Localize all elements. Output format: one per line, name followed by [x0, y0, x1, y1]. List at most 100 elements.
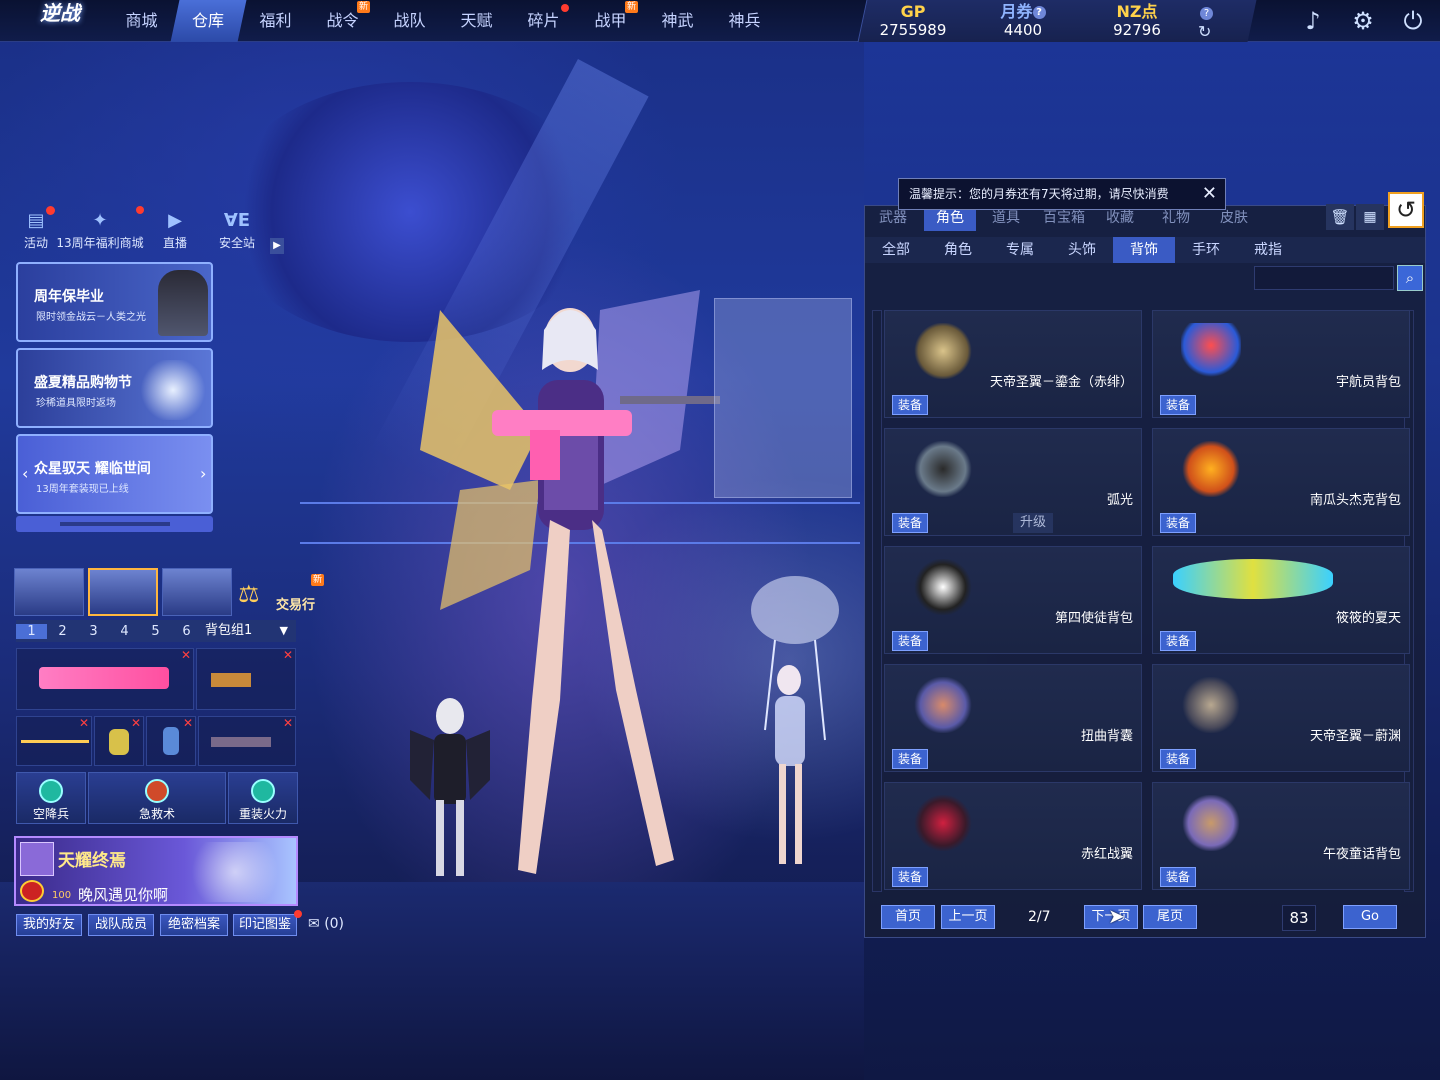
- mail-button[interactable]: ✉ (0): [308, 916, 356, 936]
- inventory-item[interactable]: 第四使徒背包 装备: [884, 546, 1142, 654]
- inventory-item[interactable]: 赤红战翼 装备: [884, 782, 1142, 890]
- equip-button[interactable]: 装备: [892, 631, 928, 651]
- grenade-icon: [109, 729, 129, 755]
- inventory-item[interactable]: 天帝圣翼－鎏金（赤绯） 装备: [884, 310, 1142, 418]
- profile-card[interactable]: 天耀终焉 100 晚风遇见你啊: [14, 836, 298, 906]
- inventory-item[interactable]: 弧光装备 升级: [884, 428, 1142, 536]
- character-slot-1[interactable]: [14, 568, 84, 616]
- currency-help-icon[interactable]: ?: [1200, 6, 1216, 22]
- skill-slot-1[interactable]: 急救术: [88, 772, 226, 824]
- nav-tab-9[interactable]: 神兵: [711, 0, 778, 42]
- bottom-button-0[interactable]: 我的好友: [16, 914, 82, 936]
- music-icon[interactable]: ♪: [1298, 6, 1328, 36]
- melee-slot[interactable]: ✕: [16, 716, 92, 766]
- wardrobe-button[interactable]: ▦: [1356, 204, 1384, 230]
- upgrade-button[interactable]: 升级: [1013, 513, 1053, 533]
- power-icon[interactable]: ⏻: [1398, 6, 1428, 36]
- equip-button[interactable]: 装备: [1160, 395, 1196, 415]
- primary-weapon-slot[interactable]: ✕: [16, 648, 194, 710]
- nav-tab-3[interactable]: 战令新: [309, 0, 376, 42]
- nav-tab-7[interactable]: 战甲新: [577, 0, 644, 42]
- loadout-page-3[interactable]: 3: [78, 624, 109, 639]
- back-button[interactable]: ↺: [1388, 192, 1424, 228]
- character-slot-2[interactable]: [88, 568, 158, 616]
- equip-button[interactable]: 装备: [1160, 749, 1196, 769]
- subcategory-tab-6[interactable]: 戒指: [1237, 237, 1299, 263]
- nav-tab-6[interactable]: 碎片: [510, 0, 577, 42]
- nav-tab-5[interactable]: 天赋: [443, 0, 510, 42]
- backpack-group-dropdown[interactable]: 背包组1 ▼: [200, 620, 296, 642]
- subcategory-tab-4[interactable]: 背饰: [1113, 237, 1175, 263]
- inventory-item[interactable]: 南瓜头杰克背包 装备: [1152, 428, 1410, 536]
- loadout-page-5[interactable]: 5: [140, 624, 171, 639]
- loadout-page-6[interactable]: 6: [171, 624, 202, 639]
- subcategory-tab-1[interactable]: 角色: [927, 237, 989, 263]
- quick-link-2[interactable]: ▶ 直播: [160, 210, 190, 251]
- inventory-item[interactable]: 天帝圣翼－蔚渊 装备: [1152, 664, 1410, 772]
- nav-tab-0[interactable]: 商城: [108, 0, 175, 42]
- trade-button[interactable]: ⚖ 交易行 新: [234, 574, 326, 614]
- subcategory-tab-2[interactable]: 专属: [989, 237, 1051, 263]
- skill-slot-0[interactable]: 空降兵: [16, 772, 86, 824]
- bottom-button-1[interactable]: 战队成员: [88, 914, 154, 936]
- skill-slot-2[interactable]: 重装火力: [228, 772, 298, 824]
- quick-link-1[interactable]: ✦ 13周年福利商城: [56, 210, 144, 251]
- remove-icon[interactable]: ✕: [283, 649, 293, 661]
- gear-icon[interactable]: ⚙: [1348, 6, 1378, 36]
- remove-icon[interactable]: ✕: [181, 649, 191, 661]
- close-icon[interactable]: ✕: [1202, 179, 1217, 209]
- subcategory-tab-3[interactable]: 头饰: [1051, 237, 1113, 263]
- secondary-weapon-slot[interactable]: ✕: [196, 648, 296, 710]
- equip-button[interactable]: 装备: [892, 395, 928, 415]
- prev-page-button[interactable]: 上一页: [941, 905, 995, 929]
- banner-star-suit[interactable]: 众星驭天 耀临世间 13周年套装现已上线 ‹ ›: [16, 434, 213, 514]
- go-button[interactable]: Go: [1343, 905, 1397, 929]
- inventory-item[interactable]: 午夜童话背包 装备: [1152, 782, 1410, 890]
- banner-summer-shopping[interactable]: 盛夏精品购物节 珍稀道具限时返场: [16, 348, 213, 428]
- delete-button[interactable]: 🗑: [1326, 204, 1354, 230]
- nav-tab-2[interactable]: 福利: [242, 0, 309, 42]
- banner-next-icon[interactable]: ›: [200, 464, 206, 483]
- help-icon[interactable]: ?: [1032, 6, 1046, 19]
- scrollbar-left[interactable]: [872, 310, 882, 892]
- subcategory-tab-0[interactable]: 全部: [865, 237, 927, 263]
- inventory-item[interactable]: 宇航员背包 装备: [1152, 310, 1410, 418]
- bottom-button-3[interactable]: 印记图鉴: [233, 914, 297, 936]
- equip-button[interactable]: 装备: [892, 513, 928, 533]
- nav-tab-1[interactable]: 仓库: [170, 0, 247, 42]
- loadout-page-1[interactable]: 1: [16, 623, 47, 639]
- banner-anniversary-graduation[interactable]: 周年保毕业 限时领金战云－人类之光: [16, 262, 213, 342]
- bottom-button-2[interactable]: 绝密档案: [160, 914, 228, 936]
- last-page-button[interactable]: 尾页: [1143, 905, 1197, 929]
- grenade-slot[interactable]: ✕: [94, 716, 144, 766]
- inventory-item[interactable]: 筱筱的夏天 装备: [1152, 546, 1410, 654]
- search-input[interactable]: [1254, 266, 1394, 290]
- equip-button[interactable]: 装备: [892, 867, 928, 887]
- page-input[interactable]: 83: [1282, 905, 1316, 931]
- quick-link-0[interactable]: ▤ 活动: [22, 210, 50, 251]
- quick-link-3[interactable]: ⱯE 安全站: [214, 210, 260, 251]
- remove-icon[interactable]: ✕: [79, 717, 89, 729]
- loadout-page-4[interactable]: 4: [109, 624, 140, 639]
- equip-button[interactable]: 装备: [1160, 513, 1196, 533]
- item-name: 弧光: [1106, 493, 1133, 508]
- remove-icon[interactable]: ✕: [131, 717, 141, 729]
- remove-icon[interactable]: ✕: [283, 717, 293, 729]
- search-button[interactable]: ⌕: [1397, 265, 1423, 291]
- refresh-icon[interactable]: ↻: [1198, 22, 1218, 41]
- loadout-page-2[interactable]: 2: [47, 624, 78, 639]
- equip-button[interactable]: 装备: [1160, 867, 1196, 887]
- nav-tab-4[interactable]: 战队: [376, 0, 443, 42]
- remove-icon[interactable]: ✕: [183, 717, 193, 729]
- subcategory-tab-5[interactable]: 手环: [1175, 237, 1237, 263]
- item-slot[interactable]: ✕: [146, 716, 196, 766]
- inventory-item[interactable]: 扭曲背囊 装备: [884, 664, 1142, 772]
- banner-prev-icon[interactable]: ‹: [22, 464, 28, 483]
- special-weapon-slot[interactable]: ✕: [198, 716, 296, 766]
- equip-button[interactable]: 装备: [892, 749, 928, 769]
- nav-tab-8[interactable]: 神武: [644, 0, 711, 42]
- equip-button[interactable]: 装备: [1160, 631, 1196, 651]
- character-slot-3[interactable]: [162, 568, 232, 616]
- first-page-button[interactable]: 首页: [881, 905, 935, 929]
- quick-links-next-icon[interactable]: ▶: [270, 238, 284, 254]
